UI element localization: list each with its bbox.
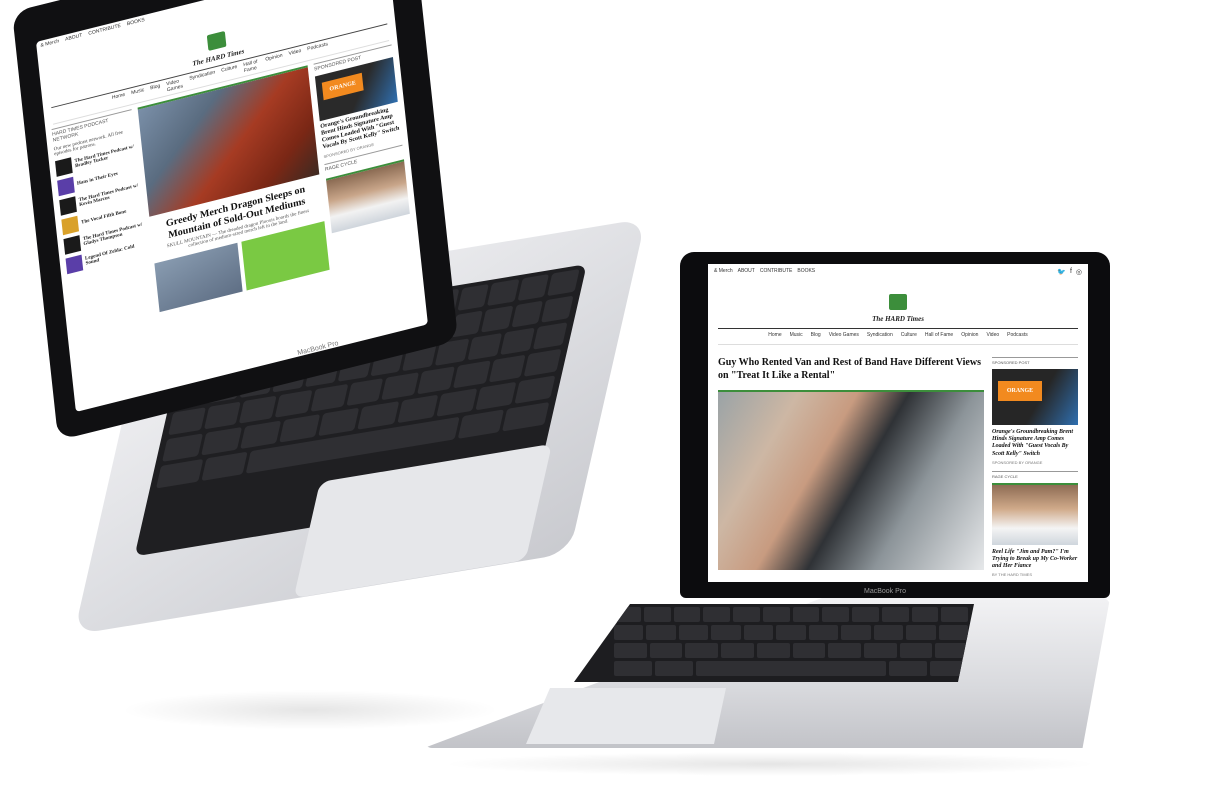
nav-item[interactable]: Home bbox=[112, 92, 127, 107]
nav-item[interactable]: Blog bbox=[811, 332, 821, 344]
nav-item[interactable]: Music bbox=[131, 87, 145, 102]
site-nav: Home Music Blog Video Games Syndication … bbox=[718, 328, 1078, 345]
sidebar-article-title[interactable]: Reel Life "Jim and Pam?" I'm Trying to B… bbox=[992, 549, 1078, 571]
hero-image[interactable] bbox=[718, 390, 984, 570]
site-top-bar: & Merch ABOUT CONTRIBUTE BOOKS 🐦 f ◎ bbox=[708, 264, 1088, 286]
sidebar-article-meta: BY THE HARD TIMES bbox=[992, 572, 1033, 578]
nav-item[interactable]: Opinion bbox=[265, 53, 283, 69]
right-laptop-lid: & Merch ABOUT CONTRIBUTE BOOKS 🐦 f ◎ The… bbox=[680, 252, 1110, 598]
top-link[interactable]: BOOKS bbox=[797, 268, 815, 282]
nav-item[interactable]: Video Games bbox=[166, 77, 184, 93]
logo-text: The HARD Times bbox=[872, 315, 924, 323]
podcast-thumb bbox=[57, 176, 75, 197]
main-column: Greedy Merch Dragon Sleeps on Mountain o… bbox=[137, 65, 330, 313]
left-laptop-lid: & Merch ABOUT CONTRIBUTE BOOKS The HARD … bbox=[2, 0, 459, 454]
right-laptop-shadow bbox=[440, 752, 1100, 776]
right-laptop-keyboard bbox=[574, 604, 974, 682]
right-sidebar: SPONSORED POST ORANGE Orange's Groundbre… bbox=[313, 44, 414, 268]
top-links: & Merch ABOUT CONTRIBUTE BOOKS bbox=[714, 268, 815, 282]
sidebar-article-meta: SPONSORED BY ORANGE bbox=[992, 459, 1043, 465]
amp-brand: ORANGE bbox=[998, 381, 1042, 401]
nav-item[interactable]: Podcasts bbox=[1007, 332, 1028, 344]
podcast-title: The Vocal Fifth Bone bbox=[80, 209, 127, 226]
right-laptop: & Merch ABOUT CONTRIBUTE BOOKS 🐦 f ◎ The… bbox=[424, 252, 1110, 776]
top-link[interactable]: & Merch bbox=[40, 38, 60, 56]
sidebar-article-image[interactable] bbox=[325, 158, 410, 233]
left-laptop-shadow bbox=[120, 690, 500, 730]
podcast-thumb bbox=[65, 254, 84, 275]
podcast-title: Hans in Their Eyes bbox=[76, 171, 119, 187]
sidebar-heading: SPONSORED POST bbox=[992, 357, 1078, 365]
top-link[interactable]: ABOUT bbox=[738, 268, 755, 282]
nav-item[interactable]: Culture bbox=[901, 332, 917, 344]
site-body: Guy Who Rented Van and Rest of Band Have… bbox=[708, 345, 1088, 577]
nav-item[interactable]: Hall of Fame bbox=[925, 332, 953, 344]
top-link[interactable]: & Merch bbox=[714, 268, 733, 282]
nav-item[interactable]: Opinion bbox=[961, 332, 978, 344]
sidebar-article-title[interactable]: Orange's Groundbreaking Brent Hinds Sign… bbox=[992, 429, 1078, 458]
right-laptop-screen: & Merch ABOUT CONTRIBUTE BOOKS 🐦 f ◎ The… bbox=[708, 264, 1088, 582]
right-laptop-trackpad bbox=[526, 688, 726, 744]
podcast-thumb bbox=[55, 157, 73, 177]
facebook-icon[interactable]: f bbox=[1070, 268, 1072, 282]
nav-item[interactable]: Video Games bbox=[829, 332, 859, 344]
podcast-thumb bbox=[63, 235, 82, 255]
logo-mark-icon bbox=[889, 294, 907, 310]
podcast-sidebar: HARD TIMES PODCAST NETWORK Our new podca… bbox=[51, 109, 154, 333]
twitter-icon[interactable]: 🐦 bbox=[1057, 268, 1066, 282]
nav-item[interactable]: Video bbox=[288, 48, 302, 63]
site-logo[interactable]: The HARD Times bbox=[708, 294, 1088, 323]
nav-item[interactable]: Music bbox=[790, 332, 803, 344]
top-link[interactable]: BOOKS bbox=[127, 17, 146, 35]
nav-item[interactable]: Blog bbox=[150, 83, 161, 97]
mockup-stage: & Merch ABOUT CONTRIBUTE BOOKS The HARD … bbox=[0, 0, 1208, 802]
podcast-thumb bbox=[61, 215, 80, 236]
sidebar-heading: RAGE CYCLE bbox=[992, 470, 1078, 479]
nav-item[interactable]: Hall of Fame bbox=[243, 58, 260, 74]
instagram-icon[interactable]: ◎ bbox=[1076, 268, 1082, 282]
main-headline[interactable]: Guy Who Rented Van and Rest of Band Have… bbox=[718, 357, 984, 382]
nav-item[interactable]: Home bbox=[768, 332, 781, 344]
top-link[interactable]: ABOUT bbox=[65, 33, 84, 51]
social-links: 🐦 f ◎ bbox=[1057, 268, 1082, 282]
right-sidebar: SPONSORED POST ORANGE Orange's Groundbre… bbox=[992, 351, 1078, 577]
sidebar-article-image[interactable] bbox=[992, 482, 1078, 545]
amp-brand: ORANGE bbox=[321, 72, 364, 101]
podcast-thumb bbox=[59, 196, 77, 216]
main-column: Guy Who Rented Van and Rest of Band Have… bbox=[718, 351, 984, 577]
nav-item[interactable]: Video bbox=[986, 332, 999, 344]
nav-item[interactable]: Culture bbox=[221, 64, 238, 80]
logo-mark-icon bbox=[206, 30, 227, 51]
amp-image[interactable]: ORANGE bbox=[992, 369, 1078, 425]
nav-item[interactable]: Syndication bbox=[867, 332, 893, 344]
top-link[interactable]: CONTRIBUTE bbox=[760, 268, 793, 282]
laptop-brand-label: MacBook Pro bbox=[864, 588, 907, 595]
